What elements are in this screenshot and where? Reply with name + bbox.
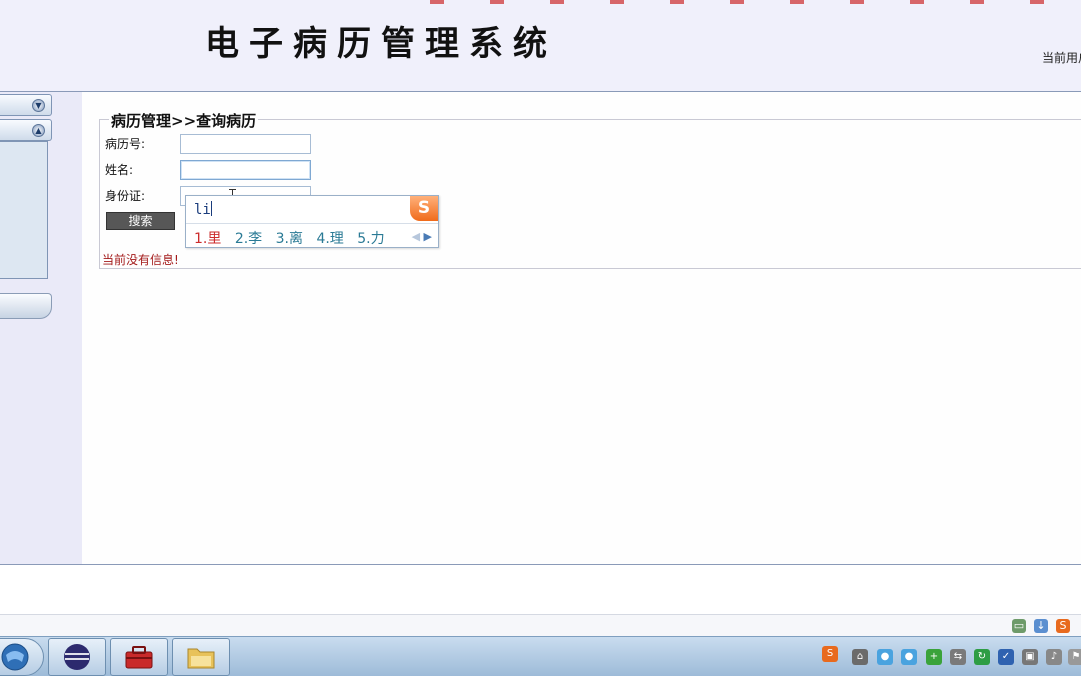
record-number-label: 病历号: bbox=[105, 137, 146, 151]
sogou-tray-icon[interactable]: S bbox=[1056, 619, 1070, 633]
screen: 电子病历管理系统 当前用户 ▼ ▲ 病历管理>>查询病历 病历号: 姓名: 身份… bbox=[0, 0, 1081, 676]
expand-arrow-icon[interactable]: ▲ bbox=[32, 124, 45, 137]
ime-candidate-list: 1.里 2.李 3.离 4.理 5.力 bbox=[194, 228, 394, 248]
ime-page-nav: ◀ ▶ bbox=[412, 230, 432, 243]
search-button[interactable]: 搜索 bbox=[106, 212, 175, 230]
current-user-label: 当前用户 bbox=[1042, 51, 1081, 65]
messenger-tray-icon[interactable]: ● bbox=[901, 649, 917, 665]
start-orb-icon bbox=[1, 643, 29, 671]
usb-tray-icon[interactable]: ⇆ bbox=[950, 649, 966, 665]
ime-composition: li bbox=[194, 201, 212, 218]
start-button[interactable] bbox=[0, 638, 44, 676]
network-tray-icon[interactable]: ⌂ bbox=[852, 649, 868, 665]
browser-status-strip: ▭ ↓ S bbox=[0, 614, 1081, 636]
app-header: 电子病历管理系统 当前用户 bbox=[0, 0, 1081, 92]
folder-icon bbox=[187, 648, 215, 669]
volume-tray-icon[interactable]: ♪ bbox=[1046, 649, 1062, 665]
sidebar-menu-panel bbox=[0, 141, 48, 279]
display-tray-icon[interactable]: ▣ bbox=[1022, 649, 1038, 665]
sidebar-menu-tab-1[interactable]: ▼ bbox=[0, 94, 52, 116]
ime-candidate[interactable]: 1.里 bbox=[194, 231, 221, 247]
ime-candidate[interactable]: 3.离 bbox=[276, 231, 303, 247]
ime-candidate[interactable]: 2.李 bbox=[235, 231, 262, 247]
ime-candidate[interactable]: 5.力 bbox=[357, 231, 384, 247]
sogou-ime-tray-icon[interactable]: S bbox=[822, 646, 838, 662]
sidebar-bottom-button[interactable] bbox=[0, 293, 52, 319]
next-page-icon[interactable]: ▶ bbox=[424, 230, 432, 243]
id-card-label: 身份证: bbox=[105, 189, 146, 203]
name-label: 姓名: bbox=[105, 163, 134, 177]
toolbox-task-button[interactable] bbox=[110, 638, 168, 676]
sogou-logo-icon[interactable]: S bbox=[410, 196, 438, 221]
qq-tray-icon[interactable]: ● bbox=[877, 649, 893, 665]
explorer-task-button[interactable] bbox=[172, 638, 230, 676]
name-input[interactable] bbox=[180, 160, 311, 180]
ime-typed-text: li bbox=[194, 202, 211, 218]
header-decoration bbox=[430, 0, 1081, 4]
sidebar-menu-tab-2[interactable]: ▲ bbox=[0, 119, 52, 141]
collapse-arrow-icon[interactable]: ▼ bbox=[32, 99, 45, 112]
breadcrumb: 病历管理>>查询病历 bbox=[109, 110, 259, 131]
security-tray-icon[interactable]: + bbox=[926, 649, 942, 665]
prev-page-icon[interactable]: ◀ bbox=[412, 230, 420, 243]
ime-candidate-window: li S 1.里 2.李 3.离 4.理 5.力 ◀ ▶ bbox=[185, 195, 439, 248]
bottom-frame bbox=[0, 564, 1081, 614]
shield-tray-icon[interactable]: ✓ bbox=[998, 649, 1014, 665]
window-icon[interactable]: ▭ bbox=[1012, 619, 1026, 633]
record-number-input[interactable] bbox=[180, 134, 311, 154]
ime-candidate[interactable]: 4.理 bbox=[316, 231, 343, 247]
app-title: 电子病历管理系统 bbox=[205, 24, 557, 64]
eclipse-icon bbox=[64, 644, 90, 670]
flag-tray-icon[interactable]: ⚑ bbox=[1068, 649, 1081, 665]
empty-result-message: 当前没有信息! bbox=[102, 253, 179, 267]
taskbar bbox=[0, 636, 1081, 676]
sync-tray-icon[interactable]: ↻ bbox=[974, 649, 990, 665]
main-content: 病历管理>>查询病历 病历号: 姓名: 身份证: 搜索 当前没有信息! bbox=[82, 92, 1081, 564]
eclipse-task-button[interactable] bbox=[48, 638, 106, 676]
download-icon[interactable]: ↓ bbox=[1034, 619, 1048, 633]
toolbox-icon bbox=[125, 646, 153, 669]
